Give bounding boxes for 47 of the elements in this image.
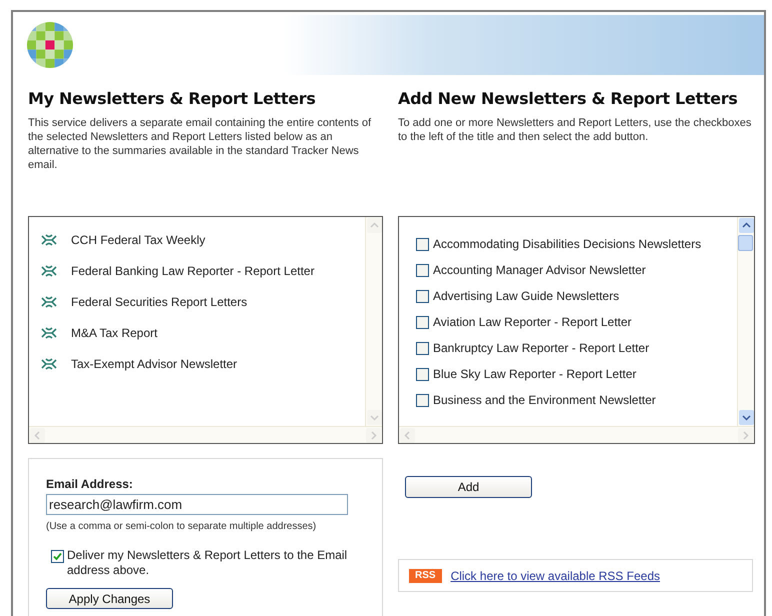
scroll-left-icon[interactable] xyxy=(399,427,416,444)
section-heading: Add New Newsletters & Report Letters xyxy=(398,88,739,110)
scroll-thumb[interactable] xyxy=(738,235,753,251)
checkbox[interactable] xyxy=(51,550,64,563)
knot-icon xyxy=(41,358,57,370)
scroll-up-icon[interactable] xyxy=(366,217,383,234)
apply-changes-button[interactable]: Apply Changes xyxy=(46,588,173,609)
scroll-right-icon[interactable] xyxy=(737,427,754,444)
newsletter-option-label[interactable]: Aviation Law Reporter - Report Letter xyxy=(433,315,632,329)
knot-icon xyxy=(41,265,57,277)
newsletter-option-label[interactable]: Blue Sky Law Reporter - Report Letter xyxy=(433,367,636,381)
checkbox[interactable] xyxy=(416,238,429,250)
rss-feeds-link[interactable]: Click here to view available RSS Feeds xyxy=(450,566,660,584)
email-label: Email Address: xyxy=(46,476,134,493)
scroll-up-icon[interactable] xyxy=(738,217,755,234)
newsletter-title[interactable]: Tax-Exempt Advisor Newsletter xyxy=(71,355,238,373)
rss-badge: RSS xyxy=(409,568,442,582)
scroll-down-icon[interactable] xyxy=(738,409,755,426)
checkbox[interactable] xyxy=(416,264,429,276)
newsletter-title[interactable]: Federal Banking Law Reporter - Report Letter xyxy=(71,262,314,280)
checkbox[interactable] xyxy=(416,342,429,354)
scroll-left-icon[interactable] xyxy=(29,427,46,444)
email-hint: (Use a comma or semi-colon to separate multiple addresses) xyxy=(46,520,318,534)
newsletter-option-label[interactable]: Business and the Environment Newsletter xyxy=(433,393,656,407)
knot-icon xyxy=(41,234,57,246)
deliver-checkbox-label[interactable]: Deliver my Newsletters & Report Letters to the Email address above. xyxy=(67,548,367,578)
section-description: To add one or more Newsletters and Report Letters, use the checkboxes to the left of the title and then select the add button. xyxy=(398,116,752,145)
checkbox[interactable] xyxy=(416,394,429,406)
newsletter-title[interactable]: Federal Securities Report Letters xyxy=(71,293,248,311)
scroll-down-icon[interactable] xyxy=(366,409,383,426)
newsletter-title[interactable]: M&A Tax Report xyxy=(71,324,158,342)
checkbox[interactable] xyxy=(416,290,429,302)
section-heading: My Newsletters & Report Letters xyxy=(28,88,316,110)
newsletter-option-label[interactable]: Advertising Law Guide Newsletters xyxy=(433,289,620,303)
newsletter-option-label[interactable]: Accommodating Disabilities Decisions Newsletters xyxy=(433,237,702,251)
add-button[interactable]: Add xyxy=(405,476,532,498)
logo-icon xyxy=(27,22,73,68)
knot-icon xyxy=(41,327,57,339)
checkbox[interactable] xyxy=(416,316,429,328)
email-input-field[interactable]: research@lawfirm.com xyxy=(46,494,348,515)
newsletter-title[interactable]: CCH Federal Tax Weekly xyxy=(71,231,206,249)
newsletter-option-label[interactable]: Accounting Manager Advisor Newsletter xyxy=(433,263,646,277)
scroll-right-icon[interactable] xyxy=(365,427,382,444)
newsletter-option-label[interactable]: Bankruptcy Law Reporter - Report Letter xyxy=(433,341,650,355)
knot-icon xyxy=(41,296,57,308)
checkbox[interactable] xyxy=(416,368,429,380)
section-description: This service delivers a separate email containing the entire contents of the selected Newsletters and Report Letters listed below as an alternative to the summaries available in the standard Tracker News email. xyxy=(28,116,372,173)
